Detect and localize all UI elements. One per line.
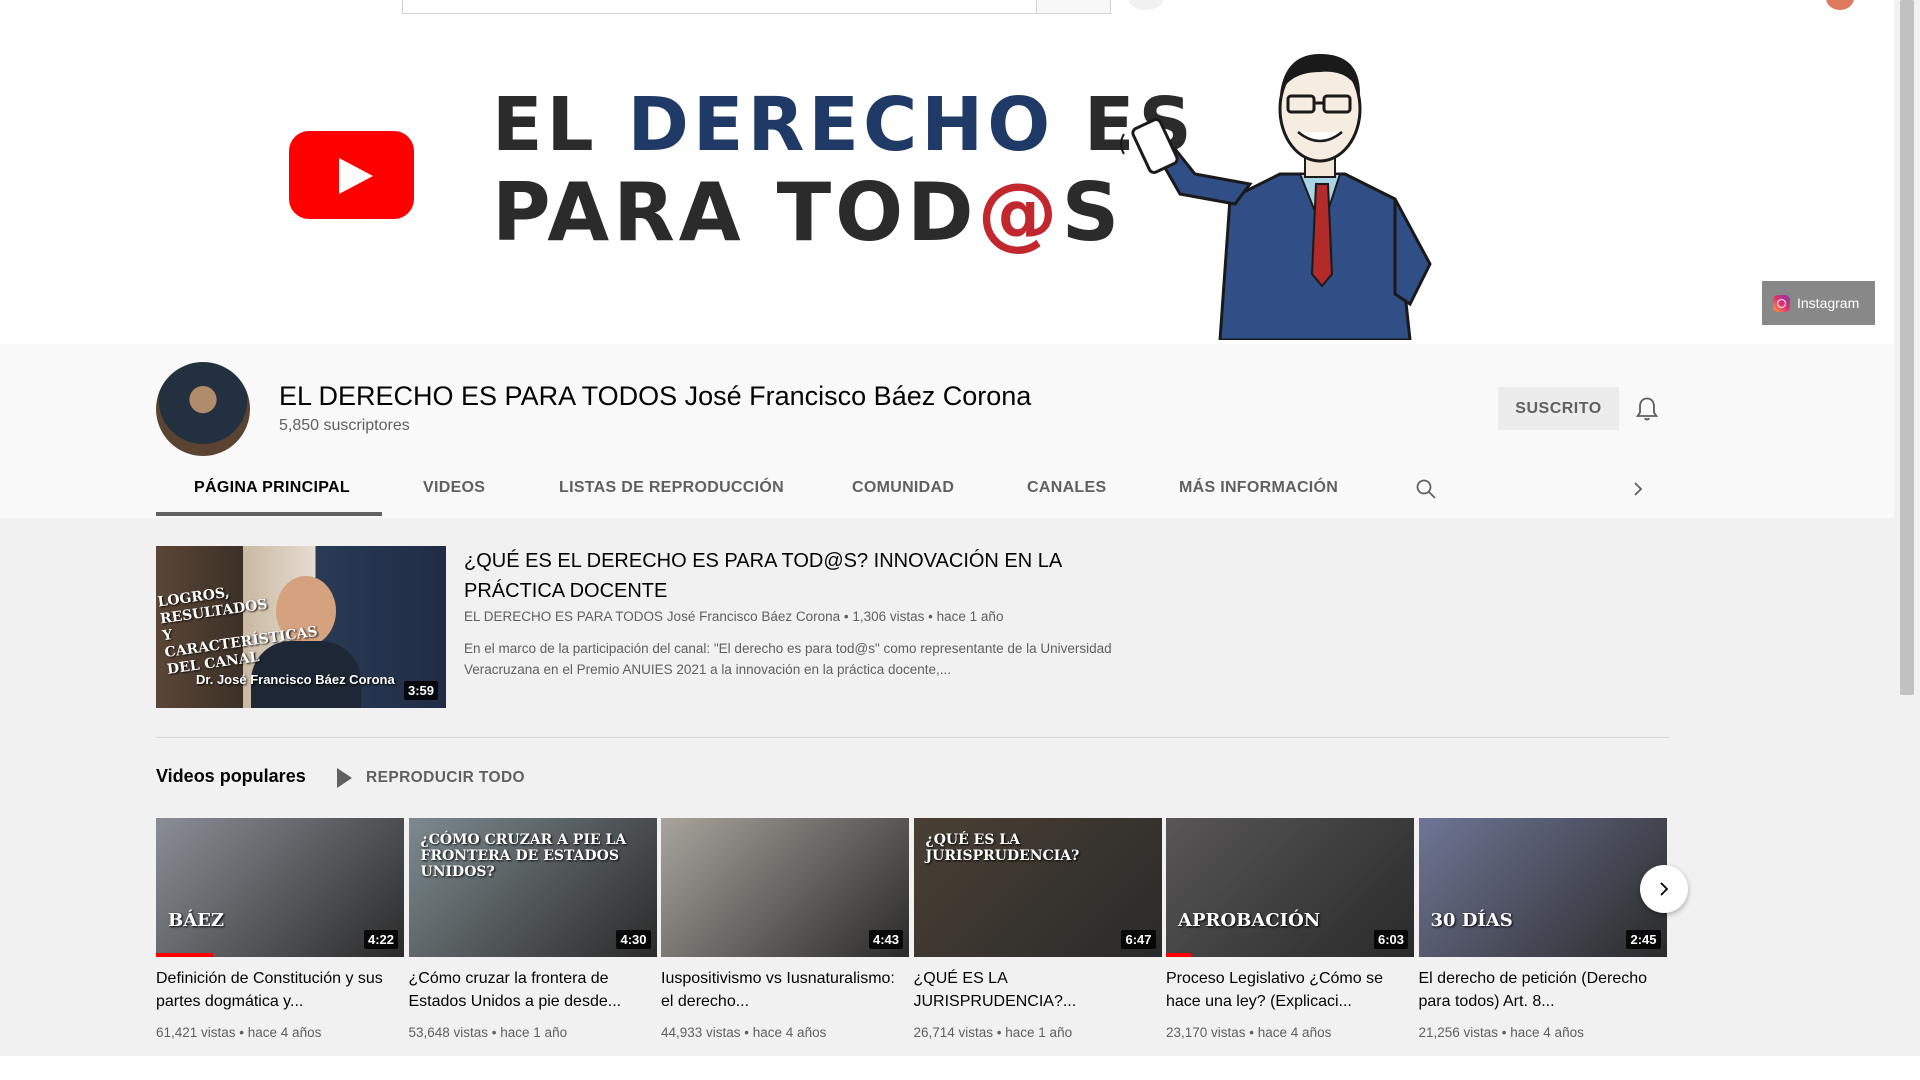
video-thumbnail[interactable]: APROBACIÓN 6:03 <box>1166 818 1414 957</box>
channel-title: EL DERECHO ES PARA TODOS José Francisco … <box>279 381 1032 411</box>
instagram-link[interactable]: Instagram <box>1762 281 1875 325</box>
banner-word: PARA TOD <box>492 166 978 259</box>
banner-at-sign: @ <box>977 166 1062 259</box>
video-thumbnail[interactable]: ¿QUÉ ES LA JURISPRUDENCIA? 6:47 <box>913 818 1162 957</box>
scrollbar-thumb[interactable] <box>1900 0 1914 695</box>
search-icon[interactable] <box>1414 477 1438 501</box>
video-duration: 6:03 <box>1373 930 1408 949</box>
thumbnail-overlay-text: 30 DÍAS <box>1430 910 1513 931</box>
youtube-logo-icon <box>289 131 414 219</box>
video-card[interactable]: 4:43 Iuspositivismo vs Iusnaturalismo: el… <box>661 818 909 1040</box>
channel-avatar[interactable] <box>156 362 250 456</box>
tab-about[interactable]: MÁS INFORMACIÓN <box>1179 466 1338 516</box>
video-meta: 53,648 vistas • hace 1 año <box>408 1025 568 1040</box>
section-divider <box>156 737 1670 738</box>
featured-video-description: En el marco de la participación del cana… <box>464 641 1112 677</box>
video-meta: 21,256 vistas • hace 4 años <box>1418 1025 1584 1040</box>
video-title[interactable]: Iuspositivismo vs Iusnaturalismo: el der… <box>661 967 909 1013</box>
tab-home[interactable]: PÁGINA PRINCIPAL <box>194 466 350 516</box>
video-title[interactable]: El derecho de petición (Derecho para tod… <box>1419 967 1667 1013</box>
chevron-right-icon[interactable] <box>1628 479 1648 499</box>
thumbnail-overlay-text: LOGROS, RESULTADOS Y CARACTERÍSTICAS DEL… <box>156 584 319 678</box>
video-duration: 6:47 <box>1121 930 1156 949</box>
video-meta: 23,170 vistas • hace 4 años <box>1166 1025 1332 1040</box>
banner-text-line1: EL DERECHO ES <box>492 82 1196 168</box>
search-button[interactable] <box>1036 0 1111 14</box>
watch-progress-bar <box>1166 953 1191 957</box>
tab-videos[interactable]: VIDEOS <box>423 466 485 516</box>
video-duration: 4:22 <box>363 930 398 949</box>
featured-video-title[interactable]: ¿QUÉ ES EL DERECHO ES PARA TOD@S? INNOVA… <box>464 546 1084 606</box>
play-icon <box>337 768 352 788</box>
video-thumbnail[interactable]: BÁEZ 4:22 <box>156 818 404 957</box>
video-card[interactable]: ¿CÓMO CRUZAR A PIE LA FRONTERA DE ESTADO… <box>408 818 657 1040</box>
tab-playlists[interactable]: LISTAS DE REPRODUCCIÓN <box>559 466 784 516</box>
video-thumbnail[interactable]: 4:43 <box>661 818 909 957</box>
video-title[interactable]: ¿QUÉ ES LA JURISPRUDENCIA?... <box>914 967 1162 1013</box>
banner-text-line2: PARA TOD@S <box>492 166 1123 259</box>
video-meta: 61,421 vistas • hace 4 años <box>156 1025 322 1040</box>
video-meta: 44,933 vistas • hace 4 años <box>661 1025 827 1040</box>
video-card[interactable]: BÁEZ 4:22 Definición de Constitución y sus… <box>156 818 404 1040</box>
featured-video-thumbnail[interactable]: LOGROS, RESULTADOS Y CARACTERÍSTICAS DEL… <box>156 546 446 708</box>
tab-community[interactable]: COMUNIDAD <box>852 466 954 516</box>
video-meta: 26,714 vistas • hace 1 año <box>913 1025 1073 1040</box>
shelf-title[interactable]: Videos populares <box>156 766 306 787</box>
thumbnail-overlay-text: APROBACIÓN <box>1178 910 1321 931</box>
thumbnail-overlay-text: BÁEZ <box>168 910 225 931</box>
subscribed-button[interactable]: SUSCRITO <box>1498 387 1619 430</box>
video-title[interactable]: Definición de Constitución y sus partes … <box>156 967 404 1013</box>
video-duration: 3:59 <box>403 681 438 700</box>
thumbnail-name-text: Dr. José Francisco Báez Corona <box>196 672 395 687</box>
instagram-icon <box>1773 294 1790 312</box>
video-card[interactable]: ¿QUÉ ES LA JURISPRUDENCIA? 6:47 ¿QUÉ ES LA… <box>913 818 1162 1040</box>
tab-channels[interactable]: CANALES <box>1027 466 1106 516</box>
banner-word: EL <box>492 82 598 168</box>
video-title[interactable]: ¿Cómo cruzar la frontera de Estados Unid… <box>409 967 657 1013</box>
bottom-strip <box>0 1056 1920 1080</box>
carousel-next-button[interactable] <box>1640 865 1688 913</box>
banner-word: DERECHO <box>627 82 1055 168</box>
video-card[interactable]: APROBACIÓN 6:03 Proceso Legislativo ¿Cómo … <box>1166 818 1414 1040</box>
featured-video-meta: EL DERECHO ES PARA TODOS José Francisco … <box>464 609 1004 624</box>
play-all-button[interactable]: REPRODUCIR TODO <box>337 766 525 790</box>
search-input[interactable] <box>402 0 1038 14</box>
chevron-right-icon <box>1660 882 1669 896</box>
video-title[interactable]: Proceso Legislativo ¿Cómo se hace una le… <box>1166 967 1414 1013</box>
subscriber-count: 5,850 suscriptores <box>279 417 410 434</box>
video-duration: 4:30 <box>616 930 651 949</box>
video-card[interactable]: 30 DÍAS 2:45 El derecho de petición (Derec… <box>1418 818 1667 1040</box>
active-tab-indicator <box>156 512 382 516</box>
play-all-label: REPRODUCIR TODO <box>366 769 526 786</box>
watch-progress-bar <box>156 953 214 957</box>
cartoon-lawyer-illustration <box>1120 54 1432 340</box>
video-thumbnail[interactable]: 30 DÍAS 2:45 <box>1418 818 1667 957</box>
instagram-label: Instagram <box>1797 295 1860 311</box>
video-duration: 2:45 <box>1626 930 1661 949</box>
video-thumbnail[interactable]: ¿CÓMO CRUZAR A PIE LA FRONTERA DE ESTADO… <box>408 818 657 957</box>
thumbnail-overlay-text: ¿QUÉ ES LA JURISPRUDENCIA? <box>925 832 1080 864</box>
thumbnail-overlay-text: ¿CÓMO CRUZAR A PIE LA FRONTERA DE ESTADO… <box>420 832 627 880</box>
video-duration: 4:43 <box>868 930 903 949</box>
notification-bell-icon[interactable] <box>1633 395 1661 423</box>
